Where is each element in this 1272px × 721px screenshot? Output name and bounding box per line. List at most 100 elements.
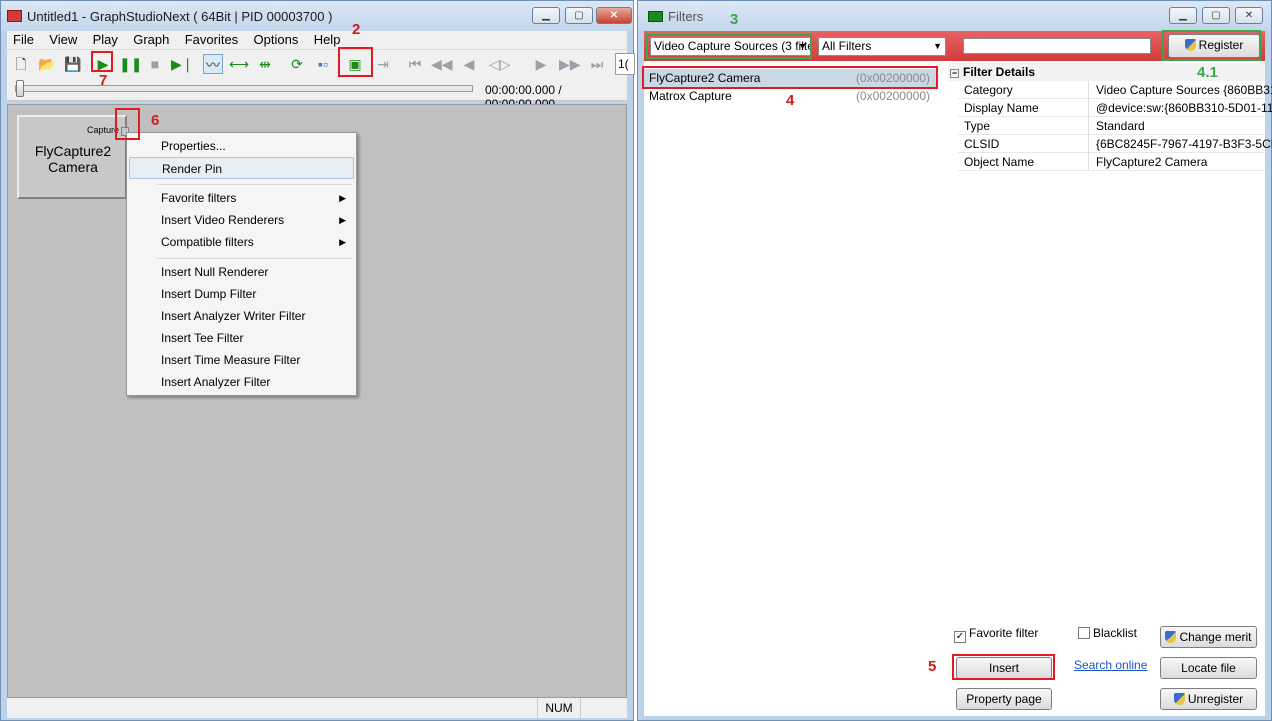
ctx-insert-analyzer-writer-label: Insert Analyzer Writer Filter — [161, 309, 306, 323]
ctx-insert-analyzer-filter[interactable]: Insert Analyzer Filter — [129, 371, 354, 393]
ctx-insert-video-renderers[interactable]: Insert Video Renderers ▶ — [129, 209, 354, 231]
connect-icon[interactable]: ⟷ — [229, 54, 249, 74]
smart-connect-icon[interactable]: ⇹ — [255, 54, 275, 74]
ctx-properties[interactable]: Properties... — [129, 135, 354, 157]
detail-row: Display Name @device:sw:{860BB310-5D01-11… — [958, 99, 1272, 117]
submenu-arrow-icon: ▶ — [339, 215, 346, 225]
filter-node[interactable]: Capture FlyCapture2 Camera — [17, 115, 129, 199]
ctx-favorite-filters-label: Favorite filters — [161, 191, 237, 205]
ctx-separator — [157, 258, 352, 259]
filter-item-name: Matrox Capture — [649, 89, 732, 103]
ctx-render-pin[interactable]: Render Pin — [129, 157, 354, 179]
frame-forward-fast-icon[interactable]: ▶▶ — [559, 54, 581, 74]
ctx-insert-null-renderer[interactable]: Insert Null Renderer — [129, 261, 354, 283]
change-merit-button[interactable]: Change merit — [1160, 626, 1257, 648]
dropdown-arrow-icon: ▼ — [933, 41, 942, 51]
filter-search-input[interactable] — [963, 38, 1151, 54]
seek-slider[interactable] — [15, 80, 473, 97]
filters-close-button[interactable]: ✕ — [1235, 7, 1263, 24]
annotation-label-7: 7 — [99, 72, 108, 89]
property-page-button[interactable]: Property page — [956, 688, 1052, 710]
ctx-insert-time-measure[interactable]: Insert Time Measure Filter — [129, 349, 354, 371]
filter-type-combo-value: All Filters — [822, 39, 872, 53]
annotation-label-4: 4 — [786, 92, 795, 109]
pin-context-menu: Properties... Render Pin Favorite filter… — [126, 132, 357, 396]
save-icon[interactable]: 💾 — [63, 54, 83, 74]
detail-row: Type Standard — [958, 117, 1265, 135]
detail-key: Type — [964, 119, 991, 133]
ctx-insert-null-renderer-label: Insert Null Renderer — [161, 265, 269, 279]
pin-tool-icon[interactable]: ▪▫ — [313, 54, 333, 74]
unregister-button[interactable]: Unregister — [1160, 688, 1257, 710]
ctx-insert-analyzer-writer[interactable]: Insert Analyzer Writer Filter — [129, 305, 354, 327]
status-bar: NUM — [7, 698, 627, 718]
main-titlebar[interactable]: Untitled1 - GraphStudioNext ( 64Bit | PI… — [1, 1, 633, 31]
filters-minimize-button[interactable]: ▁ — [1169, 7, 1197, 24]
frame-back-fast-icon[interactable]: ◀◀ — [431, 54, 453, 74]
checkbox-checked-icon: ✓ — [954, 631, 966, 643]
locate-file-label: Locate file — [1181, 661, 1236, 675]
menu-help[interactable]: Help — [308, 31, 347, 48]
annotation-box-4-1 — [1162, 30, 1261, 61]
menu-file[interactable]: File — [7, 31, 40, 48]
minimize-button[interactable]: ▁ — [532, 7, 560, 24]
menu-favorites[interactable]: Favorites — [179, 31, 244, 48]
filters-window: Filters ▁ ▢ ✕ Video Capture Sources (3 f… — [637, 0, 1272, 721]
filter-node-name: FlyCapture2 Camera — [34, 143, 112, 175]
detail-row: Object Name FlyCapture2 Camera — [958, 153, 1265, 171]
details-column-divider — [1088, 81, 1089, 171]
favorite-filter-checkbox[interactable]: ✓ Favorite filter — [954, 626, 1038, 643]
ctx-render-pin-label: Render Pin — [162, 162, 223, 176]
collapse-icon[interactable]: − — [950, 69, 959, 78]
annotation-label-6: 6 — [151, 112, 160, 129]
annotation-box-3 — [646, 34, 812, 59]
annotation-box-2 — [338, 47, 373, 77]
annotation-box-7 — [91, 51, 113, 72]
detail-key: CLSID — [964, 137, 1000, 151]
blacklist-checkbox[interactable]: Blacklist — [1078, 626, 1137, 640]
ctx-insert-video-renderers-label: Insert Video Renderers — [161, 213, 285, 227]
checkbox-unchecked-icon — [1078, 627, 1090, 639]
toolbar-overflow[interactable]: 1( — [615, 53, 635, 75]
annotation-box-4 — [642, 66, 938, 89]
filters-body: Video Capture Sources (3 filte ▼ All Fil… — [644, 31, 1272, 716]
ctx-separator — [157, 184, 352, 185]
frame-end-icon[interactable]: ⏭ — [587, 54, 607, 74]
locate-file-button[interactable]: Locate file — [1160, 657, 1257, 679]
ctx-compatible-filters[interactable]: Compatible filters ▶ — [129, 231, 354, 253]
app-icon — [7, 10, 22, 22]
refresh-icon[interactable]: ⟳ — [287, 54, 307, 74]
menu-bar: File View Play Graph Favorites Options H… — [7, 31, 627, 49]
prev-icon[interactable]: ◁▷ — [489, 54, 511, 74]
frame-forward-icon[interactable]: ▶ — [531, 54, 551, 74]
details-header-label: Filter Details — [963, 65, 1036, 79]
new-file-icon[interactable]: 🗋 — [11, 54, 31, 74]
pause-icon[interactable]: ❚❚ — [119, 54, 142, 74]
seek-mode-icon[interactable]: 〰 — [203, 54, 223, 74]
menu-play[interactable]: Play — [87, 31, 124, 48]
uac-shield-icon — [1165, 631, 1177, 643]
frame-start-icon[interactable]: ⏮ — [405, 54, 425, 74]
detail-value: {6BC8245F-7967-4197-B3F3-5CD16 — [1096, 137, 1272, 151]
frame-back-icon[interactable]: ◀ — [459, 54, 479, 74]
ctx-properties-label: Properties... — [161, 139, 226, 153]
disconnect-icon[interactable]: ⇥ — [373, 54, 393, 74]
close-button[interactable]: ✕ — [596, 7, 632, 24]
step-icon[interactable]: ▶❘ — [171, 54, 194, 74]
filter-details-panel: − Filter Details Category Video Capture So… — [948, 63, 1272, 203]
ctx-favorite-filters[interactable]: Favorite filters ▶ — [129, 187, 354, 209]
menu-view[interactable]: View — [43, 31, 83, 48]
seek-thumb[interactable] — [16, 80, 24, 97]
change-merit-label: Change merit — [1179, 630, 1252, 644]
filter-type-combo[interactable]: All Filters ▼ — [818, 37, 946, 56]
search-online-link[interactable]: Search online — [1074, 658, 1147, 672]
ctx-insert-dump-filter[interactable]: Insert Dump Filter — [129, 283, 354, 305]
filters-maximize-button[interactable]: ▢ — [1202, 7, 1230, 24]
maximize-button[interactable]: ▢ — [565, 7, 593, 24]
open-folder-icon[interactable]: 📂 — [37, 54, 57, 74]
ctx-insert-tee-filter[interactable]: Insert Tee Filter — [129, 327, 354, 349]
menu-graph[interactable]: Graph — [127, 31, 175, 48]
detail-key: Display Name — [964, 101, 1039, 115]
stop-icon[interactable]: ■ — [145, 54, 165, 74]
menu-options[interactable]: Options — [248, 31, 305, 48]
